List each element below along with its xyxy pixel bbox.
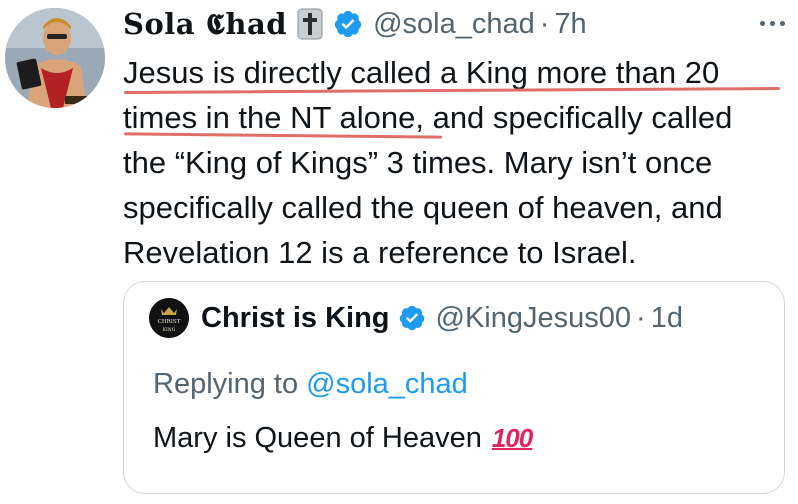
replying-to-handle-link[interactable]: @sola_chad	[306, 368, 468, 400]
separator-dot: ·	[636, 301, 646, 334]
avatar-text-king: KING	[163, 327, 176, 333]
tweet-timestamp[interactable]: 7h	[554, 8, 586, 41]
quoted-tweet-timestamp[interactable]: 1d	[651, 302, 683, 335]
quoted-tweet-text-content: Mary is Queen of Heaven	[153, 422, 482, 454]
more-dot	[759, 20, 765, 26]
verified-badge-icon	[333, 9, 363, 39]
quoted-tweet-header: CHRIST KING Christ is King @KingJesus00 …	[149, 296, 683, 340]
author-display-name[interactable]: Sola 𝕮had	[123, 7, 287, 42]
hundred-points-emoji: 100	[491, 423, 533, 453]
tweet-header: Sola 𝕮had @sola_chad · 7h	[123, 2, 587, 46]
cross-icon	[297, 8, 323, 40]
more-dot	[779, 20, 785, 26]
tweet-text: Jesus is directly called a King more tha…	[123, 50, 793, 275]
quoted-tweet-card[interactable]: CHRIST KING Christ is King @KingJesus00 …	[123, 281, 785, 494]
quoted-author-display-name[interactable]: Christ is King	[201, 302, 390, 335]
separator-dot: ·	[539, 7, 550, 40]
more-options-icon[interactable]	[752, 8, 792, 38]
replying-to-label: Replying to	[153, 368, 299, 400]
tweet-text-line: specifically called the queen of heaven,…	[123, 190, 723, 225]
quoted-author-avatar[interactable]: CHRIST KING	[149, 298, 189, 338]
replying-to: Replying to @sola_chad	[153, 368, 468, 401]
verified-badge-icon	[398, 304, 426, 332]
tweet-text-line: the “King of Kings” 3 times. Mary isn’t …	[123, 145, 713, 180]
author-handle[interactable]: @sola_chad	[373, 8, 535, 41]
author-avatar[interactable]	[5, 8, 105, 108]
quoted-author-handle[interactable]: @KingJesus00	[436, 302, 632, 335]
tweet-text-line: Revelation 12 is a reference to Israel.	[123, 235, 637, 270]
avatar-text-christ: CHRIST	[158, 319, 181, 325]
quoted-tweet-text: Mary is Queen of Heaven 100	[153, 422, 533, 455]
more-dot	[769, 20, 775, 26]
